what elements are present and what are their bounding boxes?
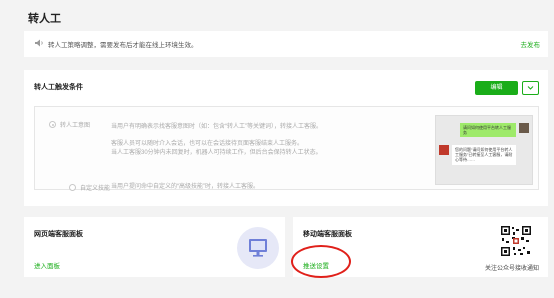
qr-code [500, 225, 532, 257]
radio-intent[interactable] [49, 121, 56, 128]
web-panel-card: 网页端客服面板 进入面板 [24, 217, 285, 277]
option-intent-desc-1: 当用户有明确表示找客服意图时（如：包含“转人工”等关键词），转接人工客服。 [111, 124, 322, 130]
enter-panel-link[interactable]: 进入面板 [34, 260, 60, 270]
notice-text: 转人工策略调整，需要发布后才能在线上环境生效。 [48, 42, 198, 49]
chat-preview: 请问如何使用平台转人工服务 您的问题“请问如何使用平台转人工服务”已转接至人工客… [435, 115, 533, 185]
trigger-card: 转人工触发条件 编辑 转人工意图 当用户有明确表示找客服意图时（如：包含“转人工… [24, 70, 548, 206]
user-avatar [519, 123, 529, 133]
mobile-panel-title: 移动端客服面板 [303, 231, 352, 238]
chevron-down-icon[interactable] [522, 81, 539, 95]
preview-user-message: 请问如何使用平台转人工服务 [460, 123, 516, 137]
option-custom-skill-label: 自定义技能 [80, 186, 111, 192]
web-panel-title: 网页端客服面板 [34, 231, 83, 238]
highlight-circle [291, 245, 351, 278]
trigger-options-panel: 转人工意图 当用户有明确表示找客服意图时（如：包含“转人工”等关键词），转接人工… [34, 106, 539, 192]
preview-bot-message: 您的问题“请问如何使用平台转人工服务”已转接至人工客服，请耐心等待…… [452, 145, 516, 165]
option-custom-skill-desc: 当用户提问命中自定义的“高级技能”时，转接人工客服。 [111, 184, 259, 190]
monitor-icon [237, 227, 279, 269]
edit-button[interactable]: 编辑 [475, 81, 518, 95]
bot-avatar [439, 145, 449, 155]
option-intent-desc-2: 客服人员可以随时介入会话，也可以在会话接待页面客服结束人工服务。 [111, 141, 304, 147]
qr-caption: 关注公众号接收通知 [485, 266, 540, 272]
speaker-icon [35, 39, 43, 47]
trigger-title: 转人工触发条件 [34, 84, 83, 91]
option-intent-desc-3: 当人工客服30分钟内未回复时，机器人可持续工作，但后台会保持转人工状态。 [111, 150, 322, 156]
option-intent[interactable]: 转人工意图 [49, 120, 90, 129]
notice-bar: 转人工策略调整，需要发布后才能在线上环境生效。 去发布 [24, 31, 548, 57]
radio-custom-skill[interactable] [69, 184, 76, 191]
publish-link[interactable]: 去发布 [521, 39, 541, 49]
option-intent-label: 转人工意图 [60, 123, 91, 129]
option-custom-skill[interactable]: 自定义技能 [69, 183, 110, 192]
page-title: 转人工 [28, 13, 61, 25]
